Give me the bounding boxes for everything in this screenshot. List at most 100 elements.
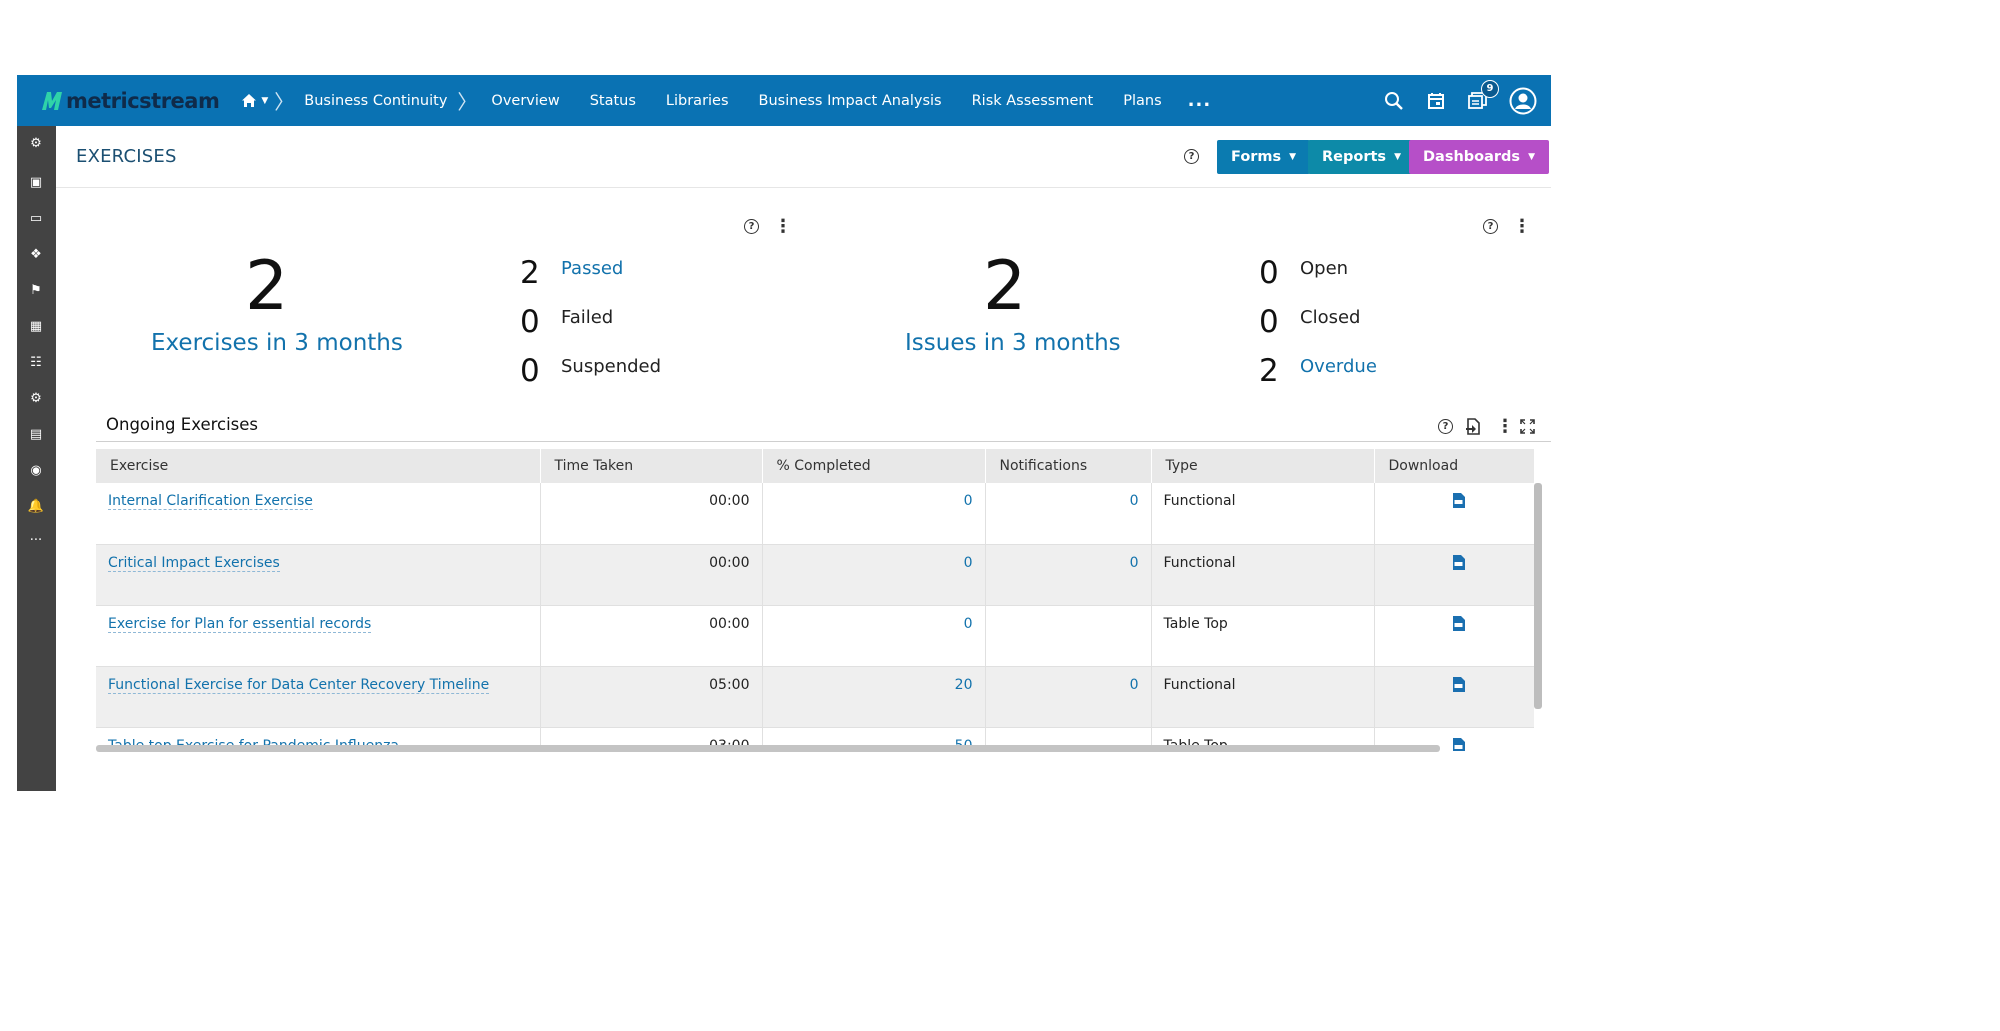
nav-more-button[interactable]: ... [1188, 90, 1212, 111]
type-cell: Table Top [1151, 605, 1375, 667]
issues-widget-menu-icon[interactable]: ⋮ [1513, 218, 1531, 236]
dashboards-button-label: Dashboards [1423, 149, 1521, 165]
column-header-notifications[interactable]: Notifications [985, 449, 1152, 483]
notifications-cell: 0 [985, 483, 1152, 545]
screen-cursor-icon: ▣ [29, 174, 43, 190]
more-icon: ··· [29, 532, 43, 548]
app-window: metricstream ▼ 〉 Business Continuity 〉 O… [17, 75, 1551, 791]
nav-status[interactable]: Status [590, 93, 636, 109]
bell-icon: 🔔 [27, 498, 45, 514]
sidebar-item-hierarchy[interactable]: ☷ [27, 353, 45, 371]
exercise-cell: Critical Impact Exercises [96, 544, 541, 606]
table-row: Critical Impact Exercises 00:00 0 0 Func… [96, 544, 1534, 606]
ongoing-help-icon[interactable]: ? [1438, 419, 1453, 434]
sidebar-item-globe[interactable]: ◉ [27, 461, 45, 479]
issues-widget-help-icon[interactable]: ? [1483, 219, 1498, 234]
scan-icon: ▦ [29, 318, 43, 334]
column-header-exercise[interactable]: Exercise [96, 449, 541, 483]
exercises-failed-label: Failed [561, 307, 614, 328]
download-cell [1374, 605, 1534, 667]
dashboards-button[interactable]: Dashboards ▼ [1409, 140, 1549, 174]
search-button[interactable] [1383, 90, 1405, 112]
exercises-count: 2 [245, 247, 289, 326]
time-taken-cell: 05:00 [540, 666, 763, 728]
sidebar-item-presentation[interactable]: ▣ [27, 173, 45, 191]
issues-open-count: 0 [1259, 255, 1279, 291]
pdf-download-icon[interactable] [1452, 554, 1465, 570]
sidebar-item-network[interactable]: ❖ [27, 245, 45, 263]
completed-cell: 0 [762, 483, 986, 545]
exercises-passed-link[interactable]: Passed [561, 258, 623, 279]
expand-button[interactable] [1520, 419, 1535, 438]
exercises-widget-menu-icon[interactable]: ⋮ [774, 218, 792, 236]
nav-risk-assessment[interactable]: Risk Assessment [972, 93, 1094, 109]
issues-count-label[interactable]: Issues in 3 months [905, 330, 1121, 356]
sidebar-item-notifications[interactable]: 🔔 [27, 497, 45, 515]
report-icon: ▤ [29, 426, 43, 442]
home-menu[interactable]: ▼ [241, 93, 268, 108]
exercise-link[interactable]: Exercise for Plan for essential records [108, 615, 372, 633]
exercises-suspended-label: Suspended [561, 356, 662, 377]
sidebar-item-business-continuity[interactable]: ⚙ [27, 134, 45, 152]
forms-button[interactable]: Forms ▼ [1217, 140, 1311, 174]
exercise-link[interactable]: Functional Exercise for Data Center Reco… [108, 676, 490, 694]
export-button[interactable] [1465, 418, 1481, 439]
logo[interactable]: metricstream [41, 89, 220, 113]
ongoing-exercises-title: Ongoing Exercises [106, 415, 259, 434]
pdf-download-icon[interactable] [1452, 676, 1465, 692]
notifications-button[interactable]: 9 [1467, 79, 1499, 112]
exercises-count-label[interactable]: Exercises in 3 months [151, 330, 403, 356]
issues-closed-count: 0 [1259, 304, 1279, 340]
monitor-icon: ▭ [29, 210, 43, 226]
ongoing-menu-icon[interactable]: ⋮ [1496, 418, 1514, 436]
forms-button-label: Forms [1231, 149, 1282, 165]
notifications-value[interactable]: 0 [1130, 677, 1139, 693]
sidebar-item-more[interactable]: ··· [27, 531, 45, 549]
column-header-download[interactable]: Download [1374, 449, 1534, 483]
reports-button[interactable]: Reports ▼ [1308, 140, 1415, 174]
nav-plans[interactable]: Plans [1123, 93, 1161, 109]
siren-icon: ⚑ [30, 282, 42, 298]
sidebar-item-reports[interactable]: ▤ [27, 425, 45, 443]
pdf-download-icon[interactable] [1452, 615, 1465, 631]
notifications-value[interactable]: 0 [1130, 555, 1139, 571]
notifications-value[interactable]: 0 [1130, 493, 1139, 509]
help-icon[interactable]: ? [1184, 149, 1199, 164]
caret-down-icon: ▼ [1289, 152, 1297, 162]
exercise-cell: Exercise for Plan for essential records [96, 605, 541, 667]
breadcrumb-module[interactable]: Business Continuity [304, 93, 447, 109]
nav-business-impact-analysis[interactable]: Business Impact Analysis [759, 93, 942, 109]
exercise-link[interactable]: Internal Clarification Exercise [108, 493, 313, 510]
pdf-download-icon[interactable] [1452, 493, 1465, 508]
completed-value[interactable]: 20 [955, 677, 973, 693]
issues-overdue-link[interactable]: Overdue [1300, 356, 1377, 377]
nav-overview[interactable]: Overview [491, 93, 559, 109]
pdf-download-icon[interactable] [1452, 737, 1465, 752]
column-header-type[interactable]: Type [1151, 449, 1375, 483]
completed-value[interactable]: 0 [964, 616, 973, 632]
column-header-time-taken[interactable]: Time Taken [540, 449, 763, 483]
download-cell [1374, 483, 1534, 545]
notifications-badge: 9 [1481, 79, 1499, 98]
time-taken-cell: 00:00 [540, 605, 763, 667]
sidebar-item-scan[interactable]: ▦ [27, 317, 45, 335]
calendar-button[interactable] [1425, 90, 1447, 112]
table-horizontal-scrollbar[interactable] [96, 745, 1440, 752]
user-profile-button[interactable] [1509, 87, 1537, 115]
time-taken-cell: 00:00 [540, 544, 763, 606]
download-cell [1374, 544, 1534, 606]
table-row: Exercise for Plan for essential records … [96, 605, 1534, 667]
issues-overdue-count: 2 [1259, 353, 1279, 389]
sidebar-item-settings[interactable]: ⚙ [27, 389, 45, 407]
sidebar-item-alerts[interactable]: ⚑ [27, 281, 45, 299]
exercise-link[interactable]: Critical Impact Exercises [108, 554, 280, 572]
table-vertical-scrollbar[interactable] [1534, 483, 1542, 709]
sidebar-item-monitor[interactable]: ▭ [27, 209, 45, 227]
completed-value[interactable]: 0 [964, 493, 973, 509]
exercises-widget-help-icon[interactable]: ? [744, 219, 759, 234]
column-header-completed[interactable]: % Completed [762, 449, 986, 483]
completed-value[interactable]: 0 [964, 555, 973, 571]
nav-libraries[interactable]: Libraries [666, 93, 729, 109]
issues-count: 2 [983, 247, 1027, 326]
issues-open-label: Open [1300, 258, 1349, 279]
